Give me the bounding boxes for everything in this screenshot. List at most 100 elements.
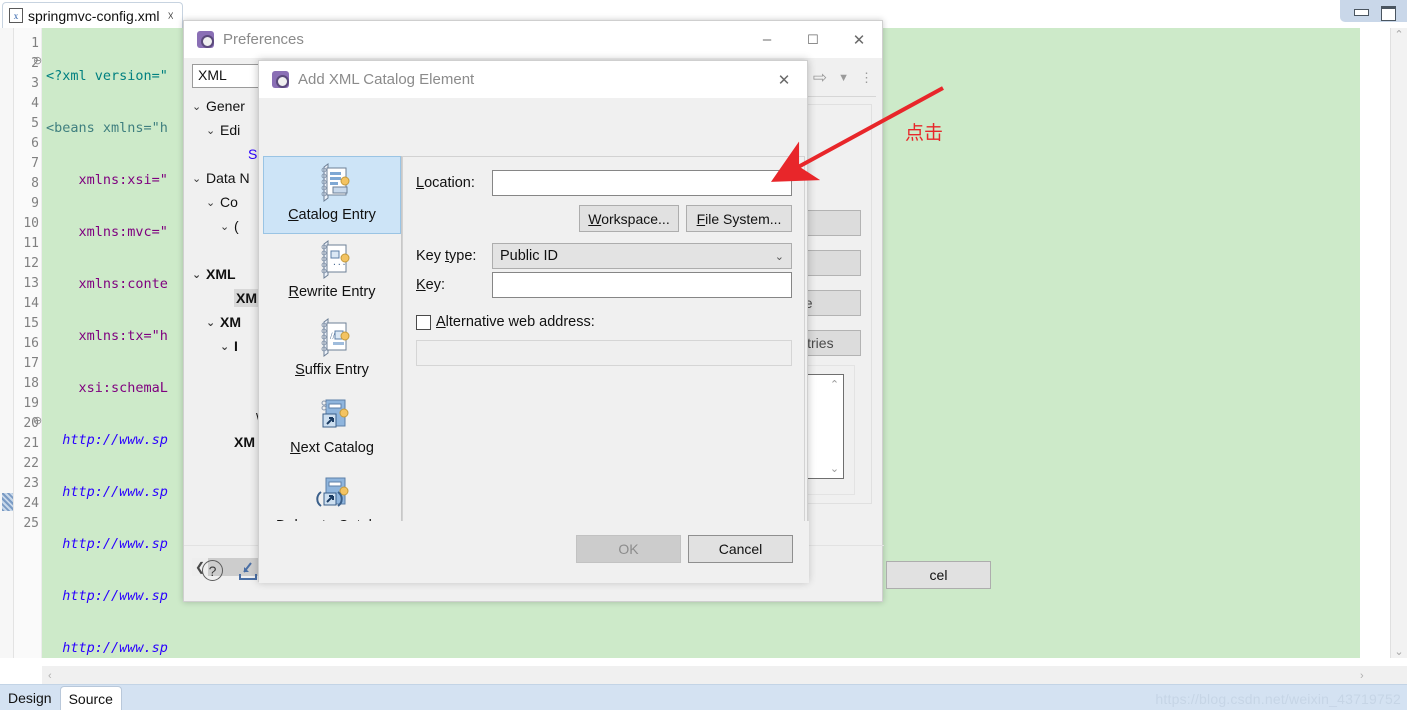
line-number: 9 bbox=[31, 196, 39, 211]
scroll-left-icon[interactable]: ‹ bbox=[48, 670, 52, 682]
chevron-down-icon[interactable]: ▼ bbox=[838, 72, 849, 84]
scroll-up-icon[interactable]: ⌃ bbox=[1394, 28, 1403, 41]
alt-web-address-row: Alternative web address: bbox=[416, 314, 595, 330]
line-number: 23 bbox=[23, 476, 39, 491]
add-catalog-title: Add XML Catalog Element bbox=[298, 71, 475, 88]
workspace-button[interactable]: Workspace... bbox=[579, 205, 679, 232]
scroll-down-icon[interactable]: ⌄ bbox=[830, 462, 839, 475]
add-catalog-title-bar: Add XML Catalog Element ✕ bbox=[259, 61, 807, 98]
scroll-right-icon[interactable]: › bbox=[1360, 670, 1364, 682]
eclipse-icon bbox=[197, 31, 214, 48]
maximize-button[interactable] bbox=[1380, 5, 1396, 21]
chevron-down-icon[interactable]: ⌄ bbox=[206, 124, 220, 137]
chevron-down-icon[interactable]: ⌄ bbox=[192, 268, 206, 281]
chevron-down-icon[interactable]: ⌄ bbox=[192, 172, 206, 185]
preferences-maximize-button[interactable]: ☐ bbox=[790, 21, 836, 58]
line-number: 21 bbox=[23, 436, 39, 451]
preferences-toolbar: ⇨ ▼ ⋮ bbox=[813, 64, 873, 92]
fold-toggle-icon[interactable]: ⊖ bbox=[33, 54, 42, 67]
editor-vertical-scrollbar[interactable]: ⌃ ⌄ bbox=[1390, 28, 1407, 658]
entry-type-label: Catalog Entry bbox=[288, 207, 376, 223]
tab-design[interactable]: Design bbox=[0, 686, 60, 710]
preferences-minimize-button[interactable]: – bbox=[744, 21, 790, 58]
entry-type-suffix-entry[interactable]: // Suffix Entry bbox=[263, 312, 401, 390]
tab-source[interactable]: Source bbox=[59, 686, 122, 710]
key-label-row: Key: bbox=[416, 277, 445, 293]
editor-tab-label: springmvc-config.xml bbox=[28, 7, 160, 24]
entry-type-catalog-entry[interactable]: Catalog Entry bbox=[263, 156, 401, 234]
entry-type-label: Next Catalog bbox=[290, 440, 374, 456]
tree-node-label: XML bbox=[206, 266, 236, 282]
ok-button[interactable]: OK bbox=[576, 535, 681, 563]
line-number: 16 bbox=[23, 336, 39, 351]
window-controls bbox=[1340, 0, 1407, 22]
preferences-cancel-button[interactable]: cel bbox=[886, 561, 991, 589]
line-number: 7 bbox=[31, 156, 39, 171]
editor-gutter[interactable] bbox=[0, 28, 14, 658]
line-number: 15 bbox=[23, 316, 39, 331]
list-vertical-scrollbar[interactable]: ⌃ ⌄ bbox=[826, 375, 843, 478]
chevron-down-icon[interactable]: ⌄ bbox=[220, 340, 234, 353]
tree-node-label: Co bbox=[220, 194, 238, 210]
add-xml-catalog-element-dialog: Add XML Catalog Element ✕ Catalog Entry … bbox=[258, 60, 809, 583]
scroll-up-icon[interactable]: ⌃ bbox=[830, 378, 839, 391]
line-number: 25 bbox=[23, 516, 39, 531]
entry-type-next-catalog[interactable]: Next Catalog bbox=[263, 390, 401, 468]
next-catalog-icon bbox=[311, 395, 353, 437]
question-mark-icon[interactable]: ? bbox=[202, 560, 223, 581]
chevron-down-icon[interactable]: ⌄ bbox=[206, 196, 220, 209]
tree-node-label: XM bbox=[234, 434, 255, 450]
fold-toggle-icon[interactable]: ⊖ bbox=[33, 414, 42, 427]
forward-arrow-icon[interactable]: ⇨ bbox=[813, 68, 827, 88]
tree-node-label: XM bbox=[220, 314, 241, 330]
eclipse-icon bbox=[272, 71, 289, 88]
key-type-label: Key type: bbox=[416, 248, 477, 264]
line-number: 17 bbox=[23, 356, 39, 371]
entry-type-label: Rewrite Entry bbox=[288, 284, 376, 300]
file-system-button[interactable]: File System... bbox=[686, 205, 792, 232]
add-catalog-footer: OK Cancel bbox=[259, 521, 809, 583]
editor-tab-springmvc-config[interactable]: x springmvc-config.xml ☓ bbox=[2, 2, 183, 28]
line-number: 1 bbox=[31, 36, 39, 51]
editor-horizontal-scrollbar[interactable]: ‹ bbox=[42, 666, 1360, 686]
line-number: 6 bbox=[31, 136, 39, 151]
editor-horizontal-scrollbar-right[interactable]: › bbox=[1360, 666, 1407, 686]
chevron-down-icon[interactable]: ⌄ bbox=[220, 220, 234, 233]
minimize-button[interactable] bbox=[1353, 6, 1369, 17]
location-label: Location: bbox=[416, 175, 475, 191]
key-type-value: Public ID bbox=[500, 248, 559, 264]
line-number: 10 bbox=[23, 216, 39, 231]
entry-type-list[interactable]: Catalog Entry ... Rewrite Entry // Suffi… bbox=[263, 156, 402, 550]
import-export-icon[interactable] bbox=[237, 561, 259, 581]
preferences-close-button[interactable]: ✕ bbox=[836, 21, 882, 58]
line-number-ruler: 1 2 3 4 5 6 7 8 9 10 11 12 13 14 15 16 1… bbox=[14, 28, 42, 658]
keytype-label-row: Key type: bbox=[416, 248, 476, 264]
location-input[interactable] bbox=[492, 170, 792, 196]
line-number: 13 bbox=[23, 276, 39, 291]
tree-node-label: Gener bbox=[206, 98, 245, 114]
change-marker bbox=[2, 493, 13, 511]
view-menu-icon[interactable]: ⋮ bbox=[860, 70, 873, 86]
suffix-entry-icon: // bbox=[311, 317, 353, 359]
alternative-web-address-input bbox=[416, 340, 792, 366]
alternative-web-address-checkbox[interactable] bbox=[416, 314, 431, 330]
add-catalog-close-button[interactable]: ✕ bbox=[761, 61, 807, 98]
tree-node-label: ( bbox=[234, 218, 239, 234]
line-number: 12 bbox=[23, 256, 39, 271]
scroll-down-icon[interactable]: ⌄ bbox=[1394, 645, 1403, 658]
tree-node-label: I bbox=[234, 338, 238, 354]
catalog-entry-icon bbox=[311, 162, 353, 204]
line-number: 24 bbox=[23, 496, 39, 511]
chevron-down-icon[interactable]: ⌄ bbox=[206, 316, 220, 329]
key-input[interactable] bbox=[492, 272, 792, 298]
entry-type-label: Suffix Entry bbox=[295, 362, 369, 378]
entry-type-rewrite-entry[interactable]: ... Rewrite Entry bbox=[263, 234, 401, 312]
chevron-down-icon[interactable]: ⌄ bbox=[775, 250, 784, 263]
close-icon[interactable]: ☓ bbox=[167, 10, 173, 22]
tree-node-label: S bbox=[248, 146, 258, 162]
add-catalog-body: Catalog Entry ... Rewrite Entry // Suffi… bbox=[259, 98, 809, 583]
cancel-button[interactable]: Cancel bbox=[688, 535, 793, 563]
key-type-select[interactable]: Public ID ⌄ bbox=[492, 243, 792, 269]
chevron-down-icon[interactable]: ⌄ bbox=[192, 100, 206, 113]
line-number: 8 bbox=[31, 176, 39, 191]
